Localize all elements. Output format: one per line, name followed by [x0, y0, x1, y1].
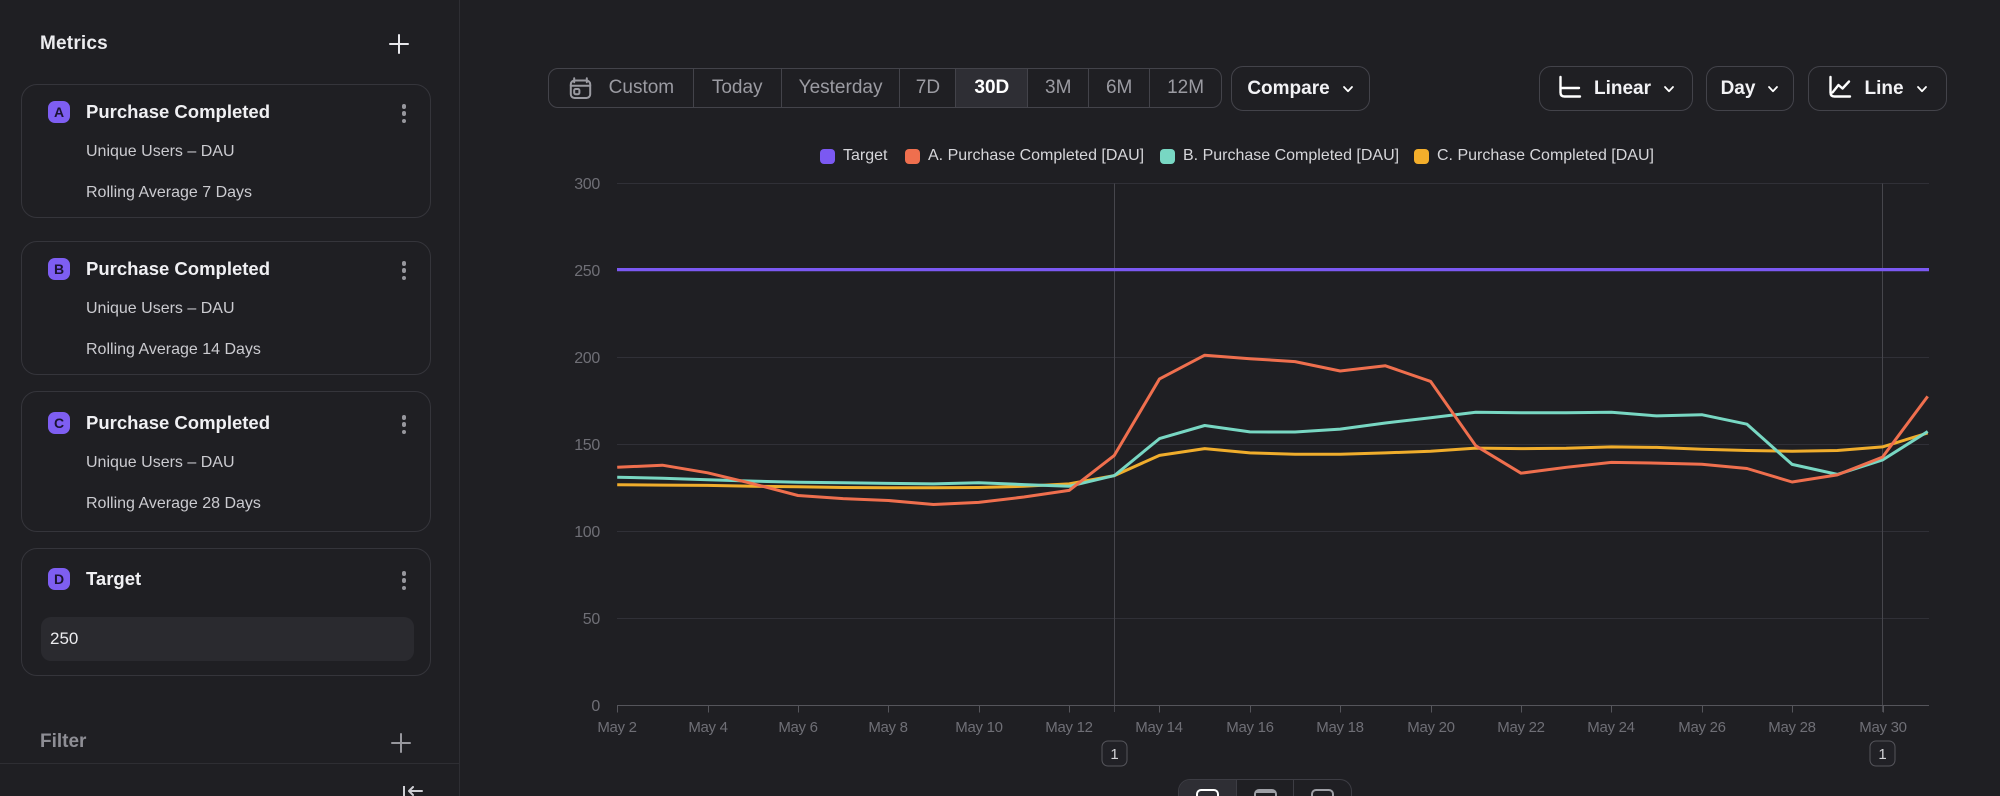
svg-text:May 12: May 12	[1045, 719, 1092, 736]
svg-text:May 28: May 28	[1768, 719, 1815, 736]
svg-text:May 30: May 30	[1859, 719, 1906, 736]
svg-text:0: 0	[591, 698, 600, 715]
svg-text:May 18: May 18	[1316, 719, 1363, 736]
svg-text:May 2: May 2	[597, 719, 636, 736]
svg-text:50: 50	[583, 611, 601, 628]
svg-text:100: 100	[574, 524, 600, 541]
svg-text:May 14: May 14	[1135, 719, 1182, 736]
svg-text:1: 1	[1110, 746, 1118, 763]
svg-text:200: 200	[574, 350, 600, 367]
svg-text:1: 1	[1878, 746, 1886, 763]
svg-text:May 8: May 8	[868, 719, 907, 736]
svg-text:May 20: May 20	[1407, 719, 1454, 736]
svg-text:May 22: May 22	[1497, 719, 1544, 736]
svg-text:May 26: May 26	[1678, 719, 1725, 736]
svg-text:300: 300	[574, 176, 600, 193]
svg-text:150: 150	[574, 437, 600, 454]
svg-text:May 24: May 24	[1587, 719, 1634, 736]
svg-text:250: 250	[574, 263, 600, 280]
svg-text:May 4: May 4	[688, 719, 727, 736]
svg-text:May 6: May 6	[778, 719, 817, 736]
svg-text:May 16: May 16	[1226, 719, 1273, 736]
svg-text:May 10: May 10	[955, 719, 1002, 736]
